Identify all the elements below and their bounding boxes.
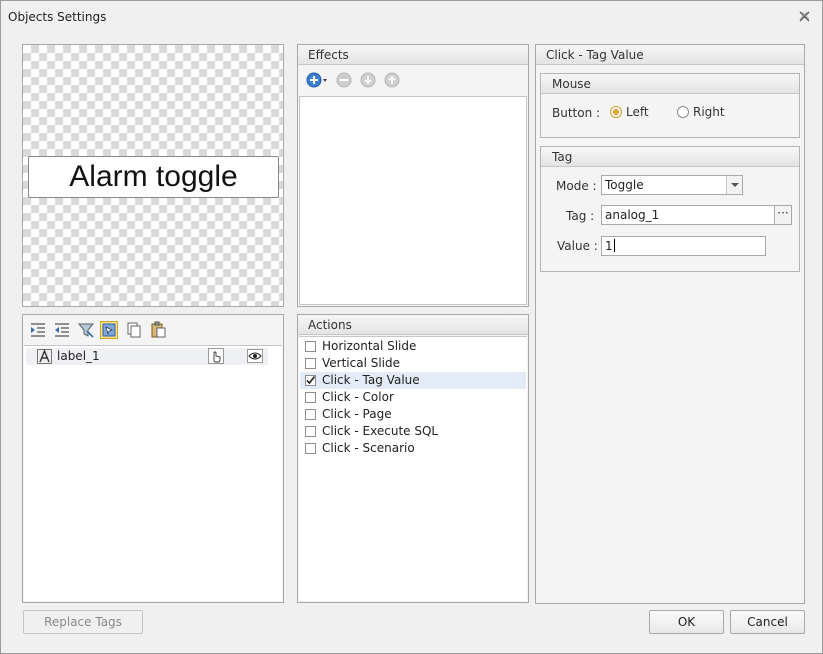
chevron-down-icon[interactable]: [726, 176, 742, 194]
object-preview: Alarm toggle: [22, 44, 284, 307]
effects-toolbar: [298, 66, 528, 96]
action-label: Click - Tag Value: [322, 373, 420, 387]
effects-list[interactable]: [299, 96, 527, 305]
tag-value: analog_1: [605, 208, 660, 222]
radio-right[interactable]: [677, 106, 689, 118]
checkbox-checked[interactable]: [305, 375, 316, 386]
hand-pointer-icon[interactable]: [208, 348, 224, 364]
browse-tag-button[interactable]: ···: [774, 205, 792, 225]
mode-value: Toggle: [605, 178, 644, 192]
cancel-button[interactable]: Cancel: [730, 610, 805, 634]
tag-label: Tag :: [566, 209, 595, 223]
action-item-horizontal-slide[interactable]: Horizontal Slide: [300, 338, 526, 355]
mode-dropdown[interactable]: Toggle: [601, 175, 743, 195]
remove-icon[interactable]: [336, 72, 352, 88]
layers-list: label_1: [24, 345, 282, 601]
effects-header: Effects: [298, 45, 528, 65]
tag-input[interactable]: analog_1: [601, 205, 775, 225]
mouse-group-header: Mouse: [541, 74, 799, 94]
actions-list: Horizontal Slide Vertical Slide Click - …: [299, 336, 527, 601]
add-icon[interactable]: [306, 72, 328, 88]
move-down-icon[interactable]: [360, 72, 376, 88]
checkbox[interactable]: [305, 426, 316, 437]
action-item-click-color[interactable]: Click - Color: [300, 389, 526, 406]
mode-label: Mode :: [556, 179, 597, 193]
select-icon: [102, 323, 116, 337]
action-label: Click - Scenario: [322, 441, 415, 455]
checkbox[interactable]: [305, 409, 316, 420]
outdent-icon[interactable]: [53, 321, 71, 339]
radio-right-label[interactable]: Right: [693, 105, 725, 119]
paste-icon[interactable]: [149, 321, 167, 339]
radio-left[interactable]: [610, 106, 622, 118]
action-label: Click - Color: [322, 390, 394, 404]
effects-panel: Effects: [297, 44, 529, 307]
layers-panel: label_1: [22, 314, 284, 603]
text-caret: [613, 239, 615, 252]
action-item-vertical-slide[interactable]: Vertical Slide: [300, 355, 526, 372]
checkbox[interactable]: [305, 443, 316, 454]
action-label: Horizontal Slide: [322, 339, 417, 353]
move-up-icon[interactable]: [384, 72, 400, 88]
action-item-click-page[interactable]: Click - Page: [300, 406, 526, 423]
tag-group: Tag Mode : Toggle Tag : analog_1 ··· Val…: [540, 146, 800, 272]
mouse-group: Mouse Button : Left Right: [540, 73, 800, 138]
action-item-click-execute-sql[interactable]: Click - Execute SQL: [300, 423, 526, 440]
title-bar: Objects Settings: [1, 1, 822, 31]
actions-header: Actions: [298, 315, 528, 335]
checkbox[interactable]: [305, 392, 316, 403]
radio-left-label[interactable]: Left: [626, 105, 649, 119]
select-object-button[interactable]: [100, 321, 118, 339]
checkbox[interactable]: [305, 341, 316, 352]
checkbox[interactable]: [305, 358, 316, 369]
action-label: Click - Execute SQL: [322, 424, 439, 438]
properties-header: Click - Tag Value: [536, 45, 804, 65]
filter-icon[interactable]: [77, 321, 95, 339]
replace-tags-button[interactable]: Replace Tags: [23, 610, 143, 634]
window-title: Objects Settings: [8, 10, 107, 24]
action-item-click-tag-value[interactable]: Click - Tag Value: [300, 372, 526, 389]
button-label: Button :: [552, 106, 601, 120]
preview-label: Alarm toggle: [28, 156, 279, 198]
objects-settings-dialog: Objects Settings Alarm toggle label_1 Ef…: [0, 0, 823, 654]
value-text: 1: [605, 239, 613, 253]
eye-icon[interactable]: [247, 349, 263, 363]
action-label: Click - Page: [322, 407, 392, 421]
layers-toolbar: [23, 315, 283, 345]
close-icon[interactable]: [799, 11, 810, 22]
action-properties-panel: Click - Tag Value Mouse Button : Left Ri…: [535, 44, 805, 604]
checkmark-icon: [306, 376, 316, 385]
ok-button[interactable]: OK: [649, 610, 724, 634]
copy-icon[interactable]: [125, 321, 143, 339]
layer-name: label_1: [57, 349, 100, 363]
indent-icon[interactable]: [29, 321, 47, 339]
layer-row[interactable]: label_1: [26, 348, 268, 365]
label-object-icon: [37, 349, 52, 364]
action-label: Vertical Slide: [322, 356, 401, 370]
action-item-click-scenario[interactable]: Click - Scenario: [300, 440, 526, 457]
value-input[interactable]: 1: [601, 236, 766, 256]
tag-group-header: Tag: [541, 147, 799, 167]
actions-panel: Actions Horizontal Slide Vertical Slide …: [297, 314, 529, 603]
value-label: Value :: [557, 239, 598, 253]
